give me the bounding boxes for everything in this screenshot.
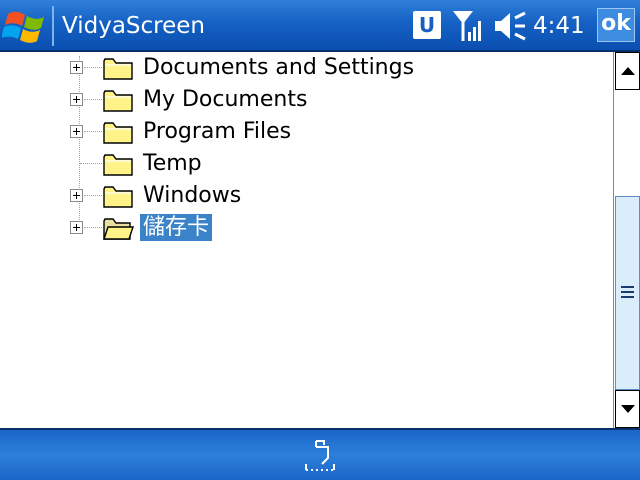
- scroll-up-button[interactable]: [615, 52, 640, 90]
- ok-button[interactable]: ok: [597, 8, 635, 42]
- status-u-badge[interactable]: U: [413, 11, 441, 39]
- menu-bar: [0, 428, 640, 480]
- input-panel-icon: [305, 440, 335, 471]
- folder-icon: [103, 58, 133, 80]
- folder-icon: [103, 154, 133, 176]
- expand-toggle[interactable]: [70, 189, 83, 202]
- expand-toggle[interactable]: [70, 61, 83, 74]
- scroll-down-button[interactable]: [615, 390, 640, 428]
- folder-tree[interactable]: Documents and Settings My Documents Prog…: [0, 52, 613, 428]
- tree-item-label[interactable]: Program Files: [140, 118, 294, 145]
- tree-branch-line: [84, 67, 102, 68]
- tree-item-label[interactable]: Temp: [140, 150, 205, 177]
- windows-flag-icon: [1, 11, 44, 43]
- start-button[interactable]: [1, 4, 50, 48]
- tree-branch-line: [84, 227, 102, 228]
- arrow-up-icon: [621, 67, 635, 75]
- tree-item-my-documents[interactable]: My Documents: [0, 84, 613, 116]
- tree-branch-line: [84, 131, 102, 132]
- tree-item-label[interactable]: Windows: [140, 182, 244, 209]
- tree-item-label[interactable]: Documents and Settings: [140, 54, 417, 81]
- expand-toggle[interactable]: [70, 93, 83, 106]
- screen: VidyaScreen U 4:41 ok Documents and Sett…: [0, 0, 640, 480]
- antenna-signal-icon[interactable]: [451, 8, 483, 44]
- grip-line: [621, 296, 634, 298]
- vertical-scrollbar[interactable]: [613, 52, 640, 428]
- expand-toggle[interactable]: [70, 125, 83, 138]
- title-bar: VidyaScreen U 4:41 ok: [0, 0, 640, 52]
- grip-line: [621, 291, 634, 293]
- folder-icon: [103, 186, 133, 208]
- scroll-track[interactable]: [615, 90, 640, 196]
- tree-branch-line: [84, 195, 102, 196]
- title-separator: [52, 6, 54, 46]
- arrow-down-icon: [621, 405, 635, 413]
- input-panel-button[interactable]: [302, 436, 338, 474]
- clock[interactable]: 4:41: [533, 8, 585, 44]
- tree-item-label[interactable]: My Documents: [140, 86, 310, 113]
- tree-item-storage-card[interactable]: 儲存卡: [0, 212, 613, 244]
- speaker-muted-icon[interactable]: [492, 10, 528, 42]
- tree-branch-line: [84, 99, 102, 100]
- tree-item-program-files[interactable]: Program Files: [0, 116, 613, 148]
- tree-item-label[interactable]: 儲存卡: [140, 214, 213, 241]
- folder-icon: [103, 122, 133, 144]
- tree-branch-line: [80, 163, 102, 164]
- scroll-thumb[interactable]: [615, 196, 640, 390]
- storage-card-folder-icon: [103, 218, 134, 240]
- tree-item-documents-and-settings[interactable]: Documents and Settings: [0, 52, 613, 84]
- expand-toggle[interactable]: [70, 221, 83, 234]
- grip-line: [621, 286, 634, 288]
- app-title: VidyaScreen: [62, 13, 205, 39]
- tree-item-temp[interactable]: Temp: [0, 148, 613, 180]
- folder-icon: [103, 90, 133, 112]
- tree-item-windows[interactable]: Windows: [0, 180, 613, 212]
